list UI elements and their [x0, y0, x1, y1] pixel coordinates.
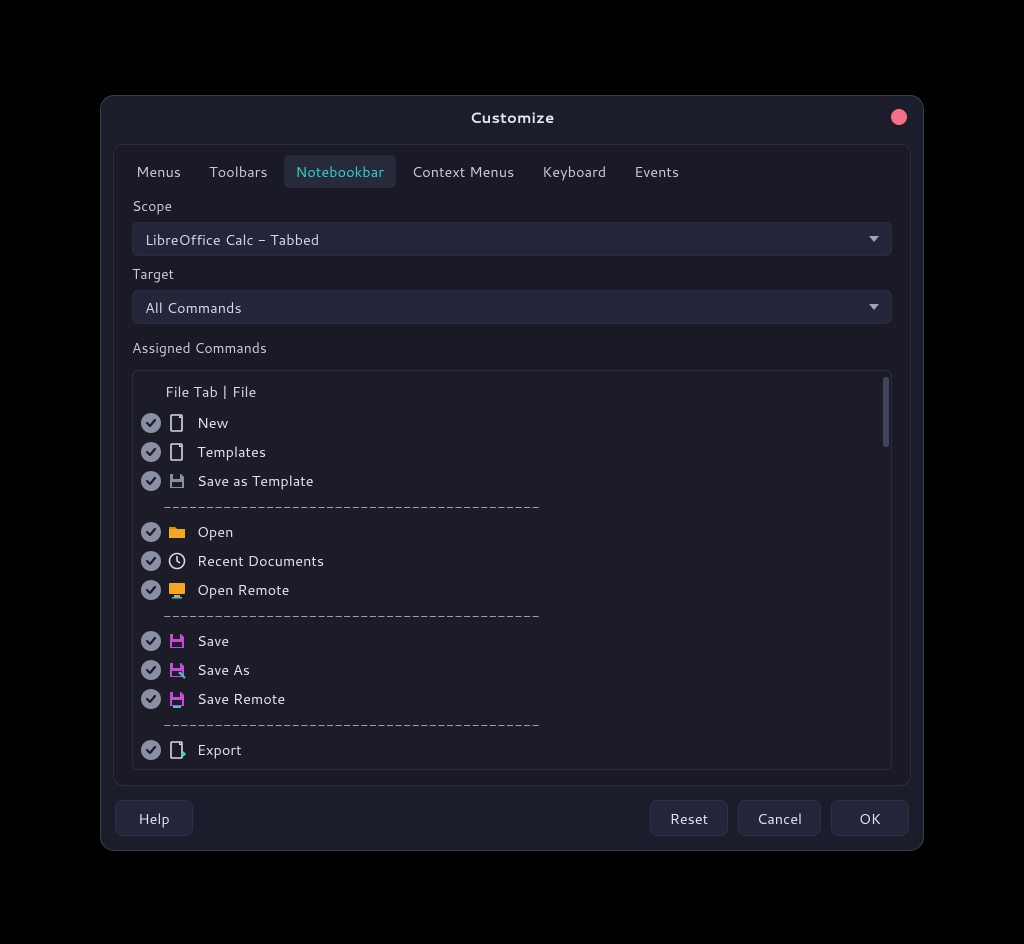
list-item[interactable]: New [133, 408, 885, 437]
check-icon[interactable] [141, 522, 161, 542]
list-item-label: Export [197, 739, 242, 760]
list-item-label: Recent Documents [197, 550, 324, 571]
list-item[interactable]: Save as Template [133, 466, 885, 495]
scrollbar-thumb[interactable] [883, 377, 889, 447]
list-item-label: Templates [197, 441, 266, 462]
check-icon[interactable] [141, 580, 161, 600]
list-item-label: Open Remote [197, 579, 290, 600]
check-icon[interactable] [141, 471, 161, 491]
customize-dialog: Customize Menus Toolbars Notebookbar Con… [100, 95, 924, 851]
scope-value: LibreOffice Calc - Tabbed [145, 229, 319, 250]
tab-notebookbar[interactable]: Notebookbar [284, 155, 396, 188]
list-item-label: Save As [197, 659, 250, 680]
scope-select[interactable]: LibreOffice Calc - Tabbed [132, 222, 892, 256]
footer-right: Reset Cancel OK [650, 800, 909, 836]
check-icon[interactable] [141, 689, 161, 709]
check-icon[interactable] [141, 740, 161, 760]
target-label: Target [132, 264, 892, 284]
separator: ----------------------------------------… [133, 495, 885, 517]
tab-keyboard[interactable]: Keyboard [530, 155, 618, 188]
list-item-label: Open [197, 521, 233, 542]
list-item[interactable]: Save Remote [133, 684, 885, 713]
separator: ----------------------------------------… [133, 713, 885, 735]
target-select[interactable]: All Commands [132, 290, 892, 324]
list-item-label: Save as Template [197, 470, 314, 491]
save-icon [167, 631, 187, 651]
list-item[interactable]: Recent Documents [133, 546, 885, 575]
doc-export-icon [167, 740, 187, 760]
close-icon[interactable] [891, 109, 907, 125]
check-icon[interactable] [141, 413, 161, 433]
cancel-button[interactable]: Cancel [738, 800, 821, 836]
chevron-down-icon [869, 236, 879, 242]
clock-icon [167, 551, 187, 571]
assigned-label: Assigned Commands [132, 338, 892, 358]
main-panel: Menus Toolbars Notebookbar Context Menus… [113, 144, 911, 786]
doc-icon [167, 413, 187, 433]
save-remote-icon [167, 689, 187, 709]
check-icon[interactable] [141, 660, 161, 680]
tab-menus[interactable]: Menus [124, 155, 193, 188]
help-button[interactable]: Help [115, 800, 193, 836]
list-item[interactable]: Export [133, 735, 885, 764]
window-title: Customize [470, 107, 555, 128]
doc-icon [167, 442, 187, 462]
check-icon[interactable] [141, 551, 161, 571]
save-grey-icon [167, 471, 187, 491]
group-header: File Tab | File [135, 377, 885, 408]
folder-icon [167, 522, 187, 542]
assigned-commands-scroll[interactable]: File Tab | File New Templates Save as Templ… [133, 371, 885, 769]
list-item-label: New [197, 412, 228, 433]
titlebar: Customize [101, 96, 923, 138]
tab-strip: Menus Toolbars Notebookbar Context Menus… [114, 145, 910, 188]
separator: ----------------------------------------… [133, 604, 885, 626]
assigned-commands-list: File Tab | File New Templates Save as Templ… [132, 370, 892, 770]
list-item-label: Save [197, 630, 229, 651]
tab-toolbars[interactable]: Toolbars [197, 155, 280, 188]
chevron-down-icon [869, 304, 879, 310]
tab-events[interactable]: Events [622, 155, 691, 188]
check-icon[interactable] [141, 631, 161, 651]
list-item[interactable]: Templates [133, 437, 885, 466]
scope-label: Scope [132, 196, 892, 216]
check-icon[interactable] [141, 442, 161, 462]
assigned-header-section: Assigned Commands [114, 324, 910, 364]
ok-button[interactable]: OK [831, 800, 909, 836]
scope-section: Scope LibreOffice Calc - Tabbed [114, 188, 910, 256]
list-item[interactable]: Save [133, 626, 885, 655]
list-item[interactable]: Open Remote [133, 575, 885, 604]
target-value: All Commands [145, 297, 242, 318]
dialog-footer: Help Reset Cancel OK [101, 786, 923, 850]
list-item-label: Save Remote [197, 688, 285, 709]
target-section: Target All Commands [114, 256, 910, 324]
save-as-icon [167, 660, 187, 680]
reset-button[interactable]: Reset [650, 800, 728, 836]
list-item[interactable]: Open [133, 517, 885, 546]
tab-context-menus[interactable]: Context Menus [400, 155, 526, 188]
list-item[interactable]: Save As [133, 655, 885, 684]
screen-icon [167, 580, 187, 600]
